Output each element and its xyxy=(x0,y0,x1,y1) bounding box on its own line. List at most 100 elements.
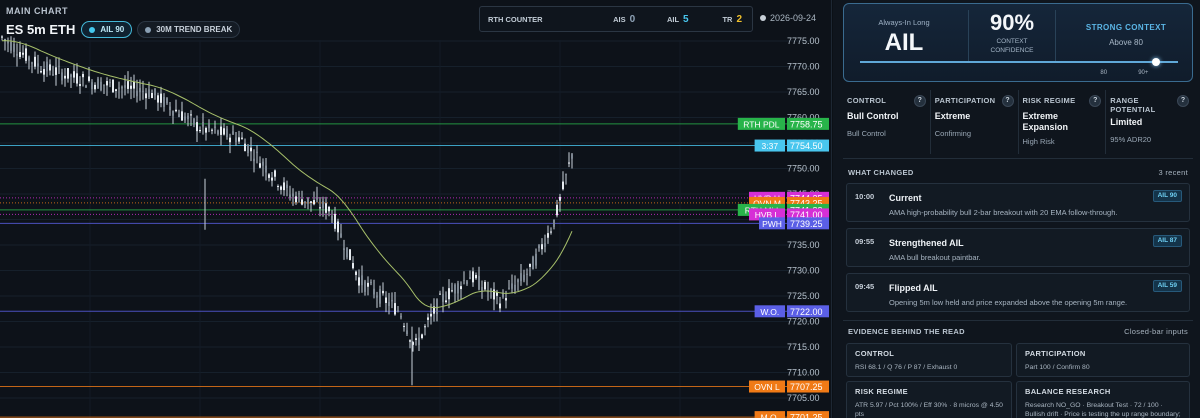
candle-body xyxy=(160,93,162,103)
context-panel: Always-In Long AIL 90% CONTEXT CONFIDENC… xyxy=(833,0,1200,418)
candle-body xyxy=(367,282,369,287)
candle-body xyxy=(100,81,102,90)
candle-body xyxy=(289,194,291,198)
level-price-label: 7754.50 xyxy=(790,141,823,151)
candle-body xyxy=(136,90,138,97)
date-readout: 2026-09-24 xyxy=(760,13,816,23)
change-desc: Opening 5m low held and price expanded a… xyxy=(889,298,1128,307)
change-item[interactable]: 09:55 Strengthened AIL AMA bull breakout… xyxy=(846,228,1190,267)
candle-body xyxy=(106,81,108,86)
candle-body xyxy=(478,276,480,290)
candle-body xyxy=(247,145,249,154)
help-icon[interactable]: ? xyxy=(1177,95,1189,107)
candle-body xyxy=(319,207,321,209)
candle-body xyxy=(316,197,318,200)
help-icon[interactable]: ? xyxy=(1001,95,1014,107)
change-badge: AIL 90 xyxy=(1152,190,1182,202)
candle-body xyxy=(262,161,264,166)
chip-trend-break[interactable]: 30M TREND BREAK xyxy=(137,21,241,38)
candle-body xyxy=(421,334,423,339)
change-item[interactable]: 09:45 Flipped AIL Opening 5m low held an… xyxy=(846,273,1190,312)
candle-body xyxy=(304,201,306,204)
main-chart-pane[interactable]: 7775.007770.007765.007760.007755.007750.… xyxy=(0,0,832,418)
chip-ail[interactable]: AIL 90 xyxy=(81,21,133,38)
candle-body xyxy=(28,57,30,61)
candle-body xyxy=(406,330,408,335)
candle-body xyxy=(490,288,492,291)
what-changed-count: 3 recent xyxy=(1158,168,1188,177)
evidence-card-balance-research: BALANCE RESEARCH Research NO_GO · Breako… xyxy=(1016,381,1190,418)
candle-body xyxy=(565,174,567,176)
candle-body xyxy=(526,273,528,275)
change-item[interactable]: 10:00 Current AMA high-probability bull … xyxy=(846,183,1190,222)
candle-body xyxy=(472,271,474,283)
price-chart[interactable]: 7775.007770.007765.007760.007755.007750.… xyxy=(0,0,832,418)
scale-tick-80: 80 xyxy=(1100,70,1108,76)
price-tick-label: 7735.00 xyxy=(787,240,820,250)
status-dot-icon xyxy=(145,26,152,33)
candle-body xyxy=(544,243,546,247)
candle-body xyxy=(163,96,165,107)
level-price-label: 7722.00 xyxy=(790,307,823,317)
change-badge: AIL 59 xyxy=(1152,280,1182,292)
confidence-label: CONTEXT CONFIDENCE xyxy=(990,38,1034,54)
candle-body xyxy=(256,151,258,154)
change-desc: AMA high-probability bull 2-bar breakout… xyxy=(889,208,1118,217)
candle-body xyxy=(31,62,33,64)
confidence-value: 90% xyxy=(989,10,1035,35)
candle-body xyxy=(49,64,51,71)
candle-body xyxy=(409,340,411,342)
candle-body xyxy=(427,317,429,320)
candle-body xyxy=(394,303,396,315)
grid-range-potential: RANGE POTENTIAL ? Limited 95% ADR20 xyxy=(1106,90,1193,154)
candle-body xyxy=(259,163,261,168)
candle-body xyxy=(172,111,174,116)
candle-body xyxy=(334,213,336,229)
help-icon[interactable]: ? xyxy=(1089,95,1102,107)
divider xyxy=(843,158,1193,159)
candle-body xyxy=(202,122,204,127)
help-icon[interactable]: ? xyxy=(913,95,926,107)
change-time: 09:45 xyxy=(855,282,875,291)
scale-tick-90: 90+ xyxy=(1138,70,1149,76)
candle-body xyxy=(514,284,516,291)
chip-label: AIL 90 xyxy=(100,25,125,34)
confidence-block: 90% CONTEXT CONFIDENCE xyxy=(968,10,1056,62)
chip-label: 30M TREND BREAK xyxy=(156,25,233,34)
confidence-knob xyxy=(1152,58,1161,66)
candle-body xyxy=(181,111,183,121)
candle-body xyxy=(1,36,3,38)
candle-body xyxy=(67,68,69,79)
status-dot-icon xyxy=(89,26,96,33)
candle-body xyxy=(241,137,243,139)
price-tick-label: 7705.00 xyxy=(787,393,820,403)
candle-body xyxy=(76,73,78,84)
candle-body xyxy=(535,253,537,266)
candle-body xyxy=(127,81,129,89)
symbol-label[interactable]: ES 5m ETH xyxy=(6,22,75,37)
candle-body xyxy=(139,87,141,92)
strength-label: STRONG CONTEXT xyxy=(1085,23,1167,32)
grid-label: RANGE POTENTIAL xyxy=(1110,96,1156,114)
candle-body xyxy=(190,114,192,116)
evidence-right-label: Closed-bar inputs xyxy=(1124,327,1188,336)
candle-body xyxy=(265,165,267,173)
candle-body xyxy=(148,89,150,98)
candle-body xyxy=(286,184,288,189)
grid-control: CONTROL ? Bull Control Bull Control xyxy=(843,90,931,154)
price-tick-label: 7730.00 xyxy=(787,266,820,276)
candle-body xyxy=(298,193,300,195)
candle-body xyxy=(97,78,99,89)
date-text: 2026-09-24 xyxy=(770,13,817,23)
candle-body xyxy=(511,283,513,289)
evidence-title: EVIDENCE BEHIND THE READ xyxy=(848,327,965,336)
candle-body xyxy=(373,288,375,295)
candle-body xyxy=(562,181,564,190)
candle-body xyxy=(25,48,27,61)
ema-line xyxy=(1,40,573,309)
candle-body xyxy=(571,154,573,159)
what-changed-title: WHAT CHANGED xyxy=(848,168,914,177)
grid-value: Extreme Expansion xyxy=(1022,111,1069,132)
price-tick-label: 7765.00 xyxy=(787,87,820,97)
candle-body xyxy=(337,221,339,233)
